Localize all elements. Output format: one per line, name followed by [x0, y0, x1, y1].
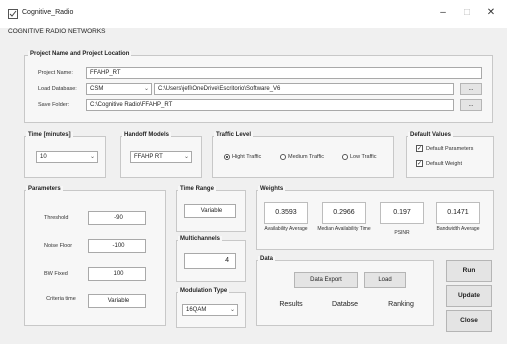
- data-group-title: Data: [258, 256, 276, 262]
- weight-bandwidth-average[interactable]: 0.1471: [436, 202, 480, 224]
- data-export-button[interactable]: Data Export: [294, 272, 358, 288]
- maximize-button[interactable]: □: [458, 5, 476, 21]
- app-subtitle: COGNITIVE RADIO NETWORKS: [8, 28, 106, 35]
- parameters-group-title: Parameters: [26, 186, 63, 192]
- radio-high-traffic[interactable]: [224, 154, 230, 160]
- weight-psinr-label: PSINR: [394, 230, 410, 236]
- default-parameters-label: Default Parameters: [426, 146, 474, 152]
- chevron-down-icon: ⌄: [143, 86, 149, 92]
- radio-low-traffic[interactable]: [342, 154, 348, 160]
- close-window-button[interactable]: ✕: [482, 5, 500, 21]
- browse-folder-button[interactable]: ...: [460, 99, 482, 111]
- minimize-button[interactable]: –: [434, 5, 452, 21]
- data-group: [256, 260, 434, 326]
- defaults-group: [406, 136, 494, 178]
- default-parameters-checkbox[interactable]: ✓: [416, 145, 423, 152]
- weight-psinr[interactable]: 0.197: [380, 202, 424, 224]
- modulation-select-value: 16QAM: [186, 307, 207, 313]
- chevron-down-icon: ⌄: [229, 307, 235, 313]
- threshold-input[interactable]: -90: [88, 211, 146, 225]
- medium-traffic-label: Medium Traffic: [288, 154, 324, 160]
- save-folder-input[interactable]: C:\Cognitive Radio\FFAHP_RT: [86, 99, 454, 111]
- bw-fixed-label: BW Fixed: [44, 271, 68, 277]
- database-button[interactable]: Databse: [322, 296, 368, 316]
- weights-group-title: Weights: [258, 186, 286, 192]
- browse-database-button[interactable]: ...: [460, 83, 482, 95]
- project-name-input[interactable]: FFAHP_RT: [86, 67, 482, 79]
- load-database-label: Load Database:: [38, 86, 77, 92]
- threshold-label: Threshold: [44, 215, 69, 221]
- results-button[interactable]: Results: [268, 296, 314, 316]
- time-group-title: Time [minutes]: [26, 132, 73, 138]
- chevron-down-icon: ⌄: [183, 154, 189, 160]
- time-range-input[interactable]: Variable: [184, 204, 236, 218]
- time-select-value: 10: [40, 154, 47, 160]
- modulation-select[interactable]: 16QAM ⌄: [182, 304, 238, 316]
- time-select[interactable]: 10 ⌄: [36, 151, 98, 163]
- defaults-group-title: Default Values: [408, 132, 454, 138]
- time-range-group-title: Time Range: [178, 186, 216, 192]
- chevron-down-icon: ⌄: [89, 154, 95, 160]
- traffic-group-title: Traffic Level: [214, 132, 254, 138]
- weight-availability-average[interactable]: 0.3593: [264, 202, 308, 224]
- default-weight-label: Default Weight: [426, 161, 462, 167]
- update-button[interactable]: Update: [446, 285, 492, 307]
- database-path-input[interactable]: C:\Users\jefi\OneDrive\Escritorio\Softwa…: [154, 83, 454, 95]
- save-folder-label: Save Folder:: [38, 102, 70, 108]
- handoff-select[interactable]: FFAHP RT ⌄: [130, 151, 192, 163]
- radio-medium-traffic[interactable]: [280, 154, 286, 160]
- ranking-button[interactable]: Ranking: [378, 296, 424, 316]
- noise-floor-label: Noise Floor: [44, 243, 73, 249]
- weight-bandwidth-average-label: Bandwidth Average: [436, 226, 480, 232]
- run-button[interactable]: Run: [446, 260, 492, 282]
- handoff-select-value: FFAHP RT: [134, 154, 163, 160]
- handoff-group-title: Handoff Models: [122, 132, 171, 138]
- weight-median-availability[interactable]: 0.2966: [322, 202, 366, 224]
- multichannels-input[interactable]: 4: [184, 253, 236, 269]
- default-weight-checkbox[interactable]: ✓: [416, 160, 423, 167]
- database-select[interactable]: CSM ⌄: [86, 83, 152, 95]
- database-select-value: CSM: [90, 86, 104, 92]
- project-name-label: Project Name:: [38, 70, 73, 76]
- bw-fixed-input[interactable]: 100: [88, 267, 146, 281]
- weight-availability-average-label: Availability Average: [264, 226, 308, 232]
- app-icon: [8, 9, 18, 19]
- low-traffic-label: Low Traffic: [350, 154, 377, 160]
- modulation-group-title: Modulation Type: [178, 288, 230, 294]
- load-button[interactable]: Load: [364, 272, 406, 288]
- multichannels-group-title: Multichannels: [178, 236, 223, 242]
- criteria-time-label: Criteria time: [46, 296, 76, 302]
- weight-median-availability-label: Median Availability Time: [317, 226, 371, 232]
- noise-floor-input[interactable]: -100: [88, 239, 146, 253]
- criteria-time-input[interactable]: Variable: [88, 294, 146, 308]
- title-bar: [0, 0, 507, 28]
- high-traffic-label: Hight Traffic: [232, 154, 262, 160]
- close-button[interactable]: Close: [446, 310, 492, 332]
- project-group-title: Project Name and Project Location: [28, 51, 132, 57]
- window-title: Cognitive_Radio: [22, 9, 74, 16]
